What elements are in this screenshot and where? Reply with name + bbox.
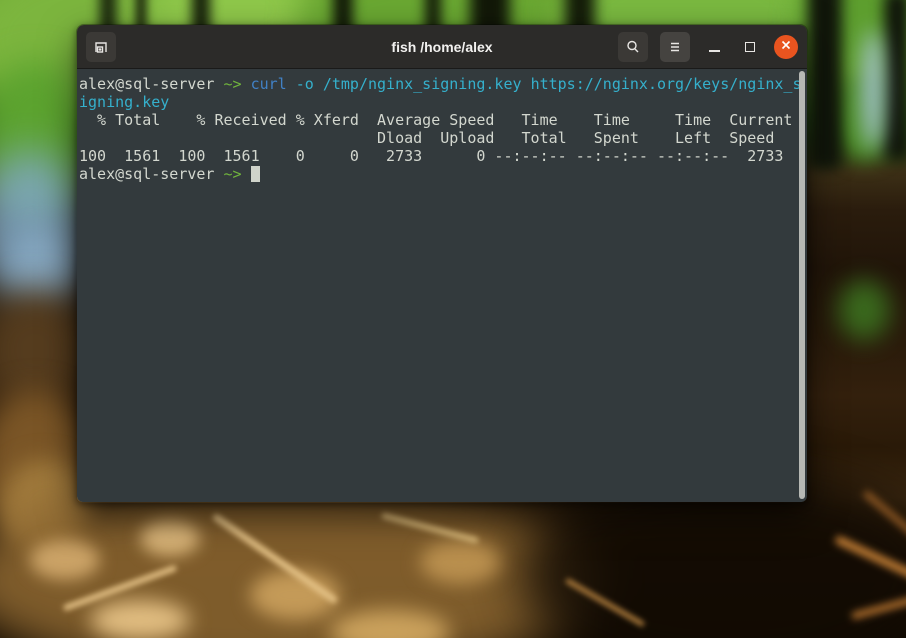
close-icon <box>780 39 792 54</box>
close-button[interactable] <box>774 34 798 59</box>
command-name: curl <box>250 75 296 93</box>
command-url: https://nginx.org/keys/nginx_s <box>530 75 802 93</box>
prompt-symbol: ~> <box>223 165 251 183</box>
terminal-line-command-wrap: igning.key <box>79 93 170 111</box>
search-button[interactable] <box>618 31 648 62</box>
minimize-icon <box>708 49 720 52</box>
minimize-button[interactable] <box>702 35 726 59</box>
command-path: /tmp/nginx_signing.key <box>322 75 531 93</box>
floor-bokeh <box>140 520 200 556</box>
menu-button[interactable] <box>660 31 690 62</box>
search-icon <box>625 39 641 55</box>
prompt-user: alex@sql-server <box>79 165 224 183</box>
scrollbar[interactable] <box>799 71 805 499</box>
terminal-cursor <box>250 166 260 182</box>
maximize-icon <box>745 41 755 52</box>
curl-header-row1: % Total % Received % Xferd Average Speed… <box>79 111 793 129</box>
hamburger-icon <box>667 39 683 55</box>
terminal-line-command: alex@sql-server ~> curl -o /tmp/nginx_si… <box>79 75 802 93</box>
new-tab-icon <box>93 39 109 55</box>
floor-bokeh <box>90 600 190 638</box>
command-flag: -o <box>295 75 323 93</box>
prompt-user: alex@sql-server <box>79 75 224 93</box>
sky-patch <box>862 30 884 150</box>
tree-trunk <box>808 0 842 170</box>
floor-bokeh <box>420 540 500 584</box>
terminal-content[interactable]: alex@sql-server ~> curl -o /tmp/nginx_si… <box>77 69 807 502</box>
maximize-button[interactable] <box>738 35 762 59</box>
foliage-blob <box>838 280 890 340</box>
curl-header-row2: Dload Upload Total Spent Left Speed <box>79 129 775 147</box>
floor-bokeh <box>30 540 100 580</box>
curl-data-row: 100 1561 100 1561 0 0 2733 0 --:--:-- --… <box>79 147 784 165</box>
desktop-background: fish /home/alex alex@sql-server ~> curl … <box>0 0 906 638</box>
terminal-line-prompt: alex@sql-server ~> <box>79 165 797 183</box>
terminal-window: fish /home/alex alex@sql-server ~> curl … <box>76 24 808 503</box>
prompt-symbol: ~> <box>223 75 251 93</box>
new-tab-button[interactable] <box>86 31 116 62</box>
tree-trunk <box>884 0 906 160</box>
titlebar[interactable]: fish /home/alex <box>77 25 807 69</box>
